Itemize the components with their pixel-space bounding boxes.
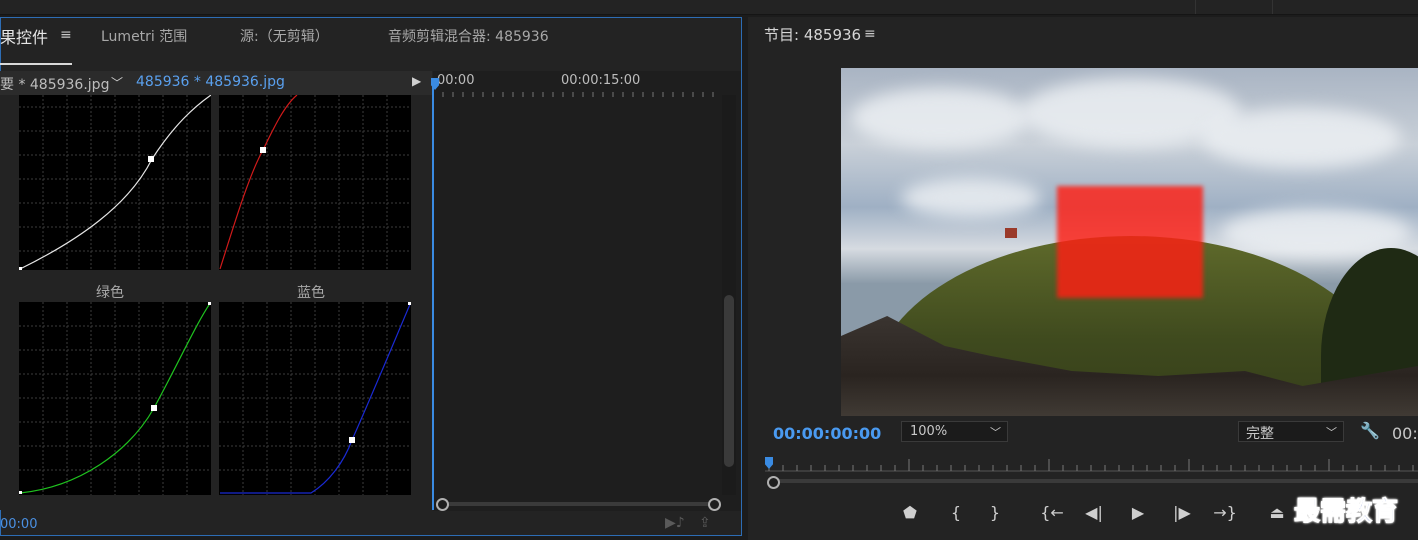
- tab-audio-clip-mixer[interactable]: 音频剪辑混合器: 485936: [388, 26, 549, 46]
- duration-timecode: 00:: [1392, 424, 1418, 443]
- watermark-logo: 最需教育: [1293, 497, 1399, 528]
- effect-controls-timeline[interactable]: [433, 71, 741, 511]
- program-monitor-title[interactable]: 节目: 485936: [764, 24, 861, 45]
- go-to-out-button[interactable]: →}: [1213, 503, 1237, 522]
- timeline-start-time: 00:00: [437, 73, 475, 88]
- lift-button[interactable]: ⏏: [1265, 503, 1289, 522]
- step-back-button[interactable]: ◀|: [1082, 503, 1106, 522]
- curve-control-point: [148, 156, 154, 162]
- add-marker-button[interactable]: ⬟: [898, 503, 922, 522]
- timeline-ruler[interactable]: [433, 90, 723, 98]
- blue-curve-graph[interactable]: [219, 302, 411, 495]
- tab-lumetri-scopes[interactable]: Lumetri 范围: [101, 26, 187, 46]
- play-audio-icon[interactable]: ▶♪: [665, 515, 685, 531]
- sequence-clip-label[interactable]: 485936 * 485936.jpg: [136, 74, 285, 90]
- chevron-down-icon: ﹀: [1326, 426, 1337, 439]
- top-strip: [0, 0, 1418, 15]
- pagoda-icon: [1005, 228, 1017, 238]
- scroll-end-handle[interactable]: [708, 498, 721, 511]
- panel-menu-icon[interactable]: ≡: [864, 26, 876, 42]
- mark-in-button[interactable]: {: [944, 503, 968, 522]
- step-forward-button[interactable]: |▶: [1170, 503, 1194, 522]
- blue-curve-label: 蓝色: [297, 285, 325, 301]
- chevron-down-icon[interactable]: ﹀: [111, 74, 123, 91]
- tab-source[interactable]: 源:（无剪辑）: [240, 26, 329, 46]
- go-to-in-button[interactable]: {←: [1040, 503, 1064, 522]
- left-panel-tabs: 果控件 ≡ Lumetri 范围 源:（无剪辑） 音频剪辑混合器: 485936: [0, 17, 742, 65]
- red-color-mask: [1057, 186, 1203, 298]
- curve-control-point: [349, 437, 355, 443]
- green-curve-graph[interactable]: [19, 302, 211, 495]
- timeline-mid-time: 00:00:15:00: [561, 73, 641, 88]
- export-icon[interactable]: ⇪: [699, 515, 711, 531]
- tab-effect-controls[interactable]: 果控件: [0, 24, 48, 48]
- zoom-value: 100%: [910, 424, 948, 439]
- play-button[interactable]: ▶: [1126, 503, 1150, 522]
- vertical-scroll-thumb[interactable]: [724, 295, 734, 467]
- play-triangle-icon[interactable]: ▶: [412, 74, 421, 88]
- mark-out-button[interactable]: }: [983, 503, 1007, 522]
- effect-controls-timecode[interactable]: 00:00: [0, 517, 37, 532]
- program-zoom-scrollbar[interactable]: [776, 479, 1418, 483]
- zoom-scroll-handle[interactable]: [767, 476, 780, 489]
- rgb-curves-area: 绿色 蓝色: [0, 95, 432, 510]
- master-curve-graph[interactable]: [19, 95, 211, 270]
- playback-resolution-select[interactable]: 完整 ﹀: [1238, 421, 1344, 442]
- program-timecode[interactable]: 00:00:00:00: [773, 424, 881, 443]
- program-video-frame[interactable]: [841, 68, 1418, 416]
- panel-menu-icon[interactable]: ≡: [60, 27, 72, 43]
- zoom-select[interactable]: 100% ﹀: [901, 421, 1008, 442]
- timeline-horizontal-scrollbar[interactable]: [445, 502, 711, 506]
- red-curve-graph[interactable]: [219, 95, 411, 270]
- timeline-playhead[interactable]: [432, 80, 434, 510]
- scroll-start-handle[interactable]: [436, 498, 449, 511]
- curve-control-point: [151, 405, 157, 411]
- green-curve-label: 绿色: [96, 285, 124, 301]
- active-tab-underline: [0, 63, 72, 65]
- curve-control-point: [260, 147, 266, 153]
- program-time-ruler[interactable]: [765, 457, 1418, 475]
- chevron-down-icon: ﹀: [990, 426, 1001, 439]
- quality-value: 完整: [1246, 426, 1274, 442]
- master-clip-label[interactable]: 要 * 485936.jpg: [0, 74, 109, 94]
- wrench-icon[interactable]: 🔧: [1360, 421, 1380, 440]
